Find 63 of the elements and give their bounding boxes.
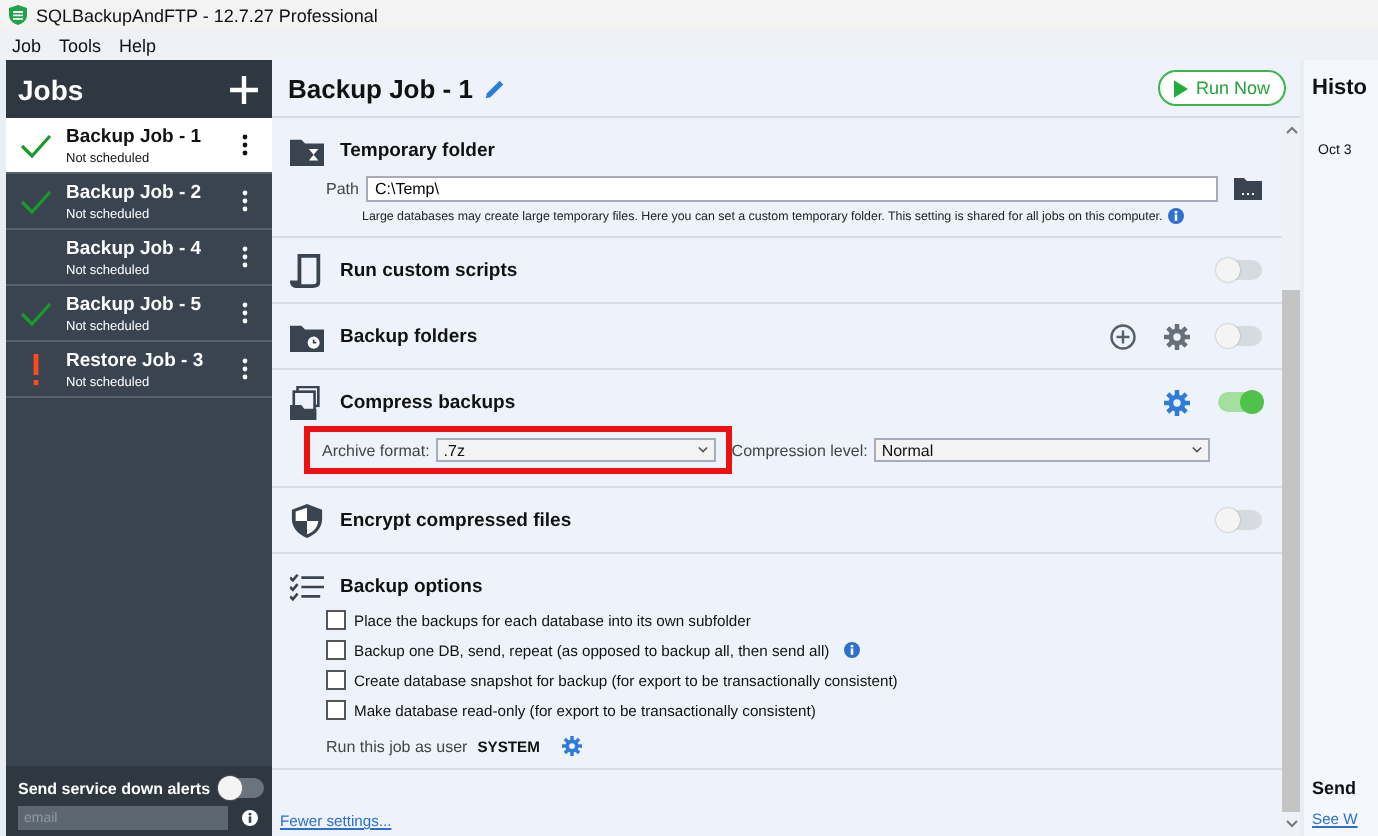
menu-item[interactable]: Tools bbox=[59, 35, 102, 55]
checkbox[interactable] bbox=[326, 640, 346, 660]
scroll-up-icon[interactable] bbox=[1285, 126, 1297, 134]
more-icon[interactable] bbox=[242, 358, 248, 380]
menu-item[interactable]: Job bbox=[12, 35, 42, 55]
job-name: Backup Job - 1 bbox=[66, 125, 204, 147]
section-toggle[interactable] bbox=[1218, 392, 1262, 412]
check-icon bbox=[20, 301, 52, 325]
section-title: Backup options bbox=[340, 575, 483, 597]
window-title: SQLBackupAndFTP - 12.7.27 Professional bbox=[36, 5, 378, 25]
sidebar-title: Jobs bbox=[18, 73, 84, 105]
path-field[interactable]: C:\Temp\ bbox=[366, 176, 1218, 202]
check-icon bbox=[20, 133, 52, 157]
stacked-files-icon bbox=[290, 385, 324, 419]
checkbox[interactable] bbox=[326, 610, 346, 630]
alerts-toggle[interactable] bbox=[220, 778, 264, 798]
alerts-label: Send service down alerts bbox=[18, 779, 211, 797]
section-title: Backup folders bbox=[340, 325, 478, 347]
job-name: Restore Job - 3 bbox=[66, 349, 206, 371]
more-icon[interactable] bbox=[242, 190, 248, 212]
scroll-down-icon[interactable] bbox=[1285, 820, 1297, 828]
job-name: Backup Job - 2 bbox=[66, 181, 204, 203]
play-icon bbox=[1173, 79, 1188, 97]
compression-level-label: Compression level: bbox=[731, 441, 868, 459]
job-name: Backup Job - 4 bbox=[66, 237, 204, 259]
browse-folder-icon[interactable] bbox=[1234, 178, 1262, 200]
menu-item[interactable]: Help bbox=[119, 35, 157, 55]
scroll-icon bbox=[290, 253, 324, 287]
chevron-icon bbox=[1191, 446, 1202, 454]
checklist-icon bbox=[290, 569, 324, 603]
shield-icon bbox=[290, 503, 324, 537]
history-title: Histo bbox=[1312, 76, 1369, 100]
more-icon[interactable] bbox=[242, 302, 248, 324]
check-icon bbox=[20, 189, 52, 213]
send-title: Send bbox=[1312, 778, 1359, 798]
checkbox[interactable] bbox=[326, 700, 346, 720]
section-title: Compress backups bbox=[340, 391, 516, 413]
checkbox[interactable] bbox=[326, 670, 346, 690]
add-icon[interactable] bbox=[230, 75, 258, 103]
section-title: Temporary folder bbox=[340, 139, 495, 161]
settings-icon[interactable] bbox=[1164, 323, 1190, 349]
exclamation-icon bbox=[32, 353, 40, 385]
settings-icon[interactable] bbox=[561, 736, 582, 756]
info-icon[interactable] bbox=[242, 810, 258, 826]
job-title: Backup Job - 1 bbox=[288, 73, 473, 103]
scrollbar[interactable] bbox=[1282, 118, 1300, 836]
archive-format-dropdown[interactable]: .7z bbox=[435, 438, 716, 462]
more-icon[interactable] bbox=[242, 246, 248, 268]
more-icon[interactable] bbox=[242, 134, 248, 156]
run-as-label: Run this job as user bbox=[326, 737, 468, 755]
section-title: Run custom scripts bbox=[340, 259, 518, 281]
section-toggle[interactable] bbox=[1218, 326, 1262, 346]
pencil-icon[interactable] bbox=[484, 77, 507, 99]
section-title: Encrypt compressed files bbox=[340, 509, 572, 531]
chevron-icon bbox=[697, 446, 708, 454]
settings-icon[interactable] bbox=[1164, 389, 1190, 415]
path-label: Path bbox=[326, 180, 359, 198]
job-name: Backup Job - 5 bbox=[66, 293, 204, 315]
section-toggle[interactable] bbox=[1218, 510, 1262, 530]
compression-level-dropdown[interactable]: Normal bbox=[873, 438, 1210, 462]
add-circle-icon[interactable] bbox=[1110, 323, 1136, 349]
section-toggle[interactable] bbox=[1218, 260, 1262, 280]
archive-format-label: Archive format: bbox=[322, 441, 430, 459]
